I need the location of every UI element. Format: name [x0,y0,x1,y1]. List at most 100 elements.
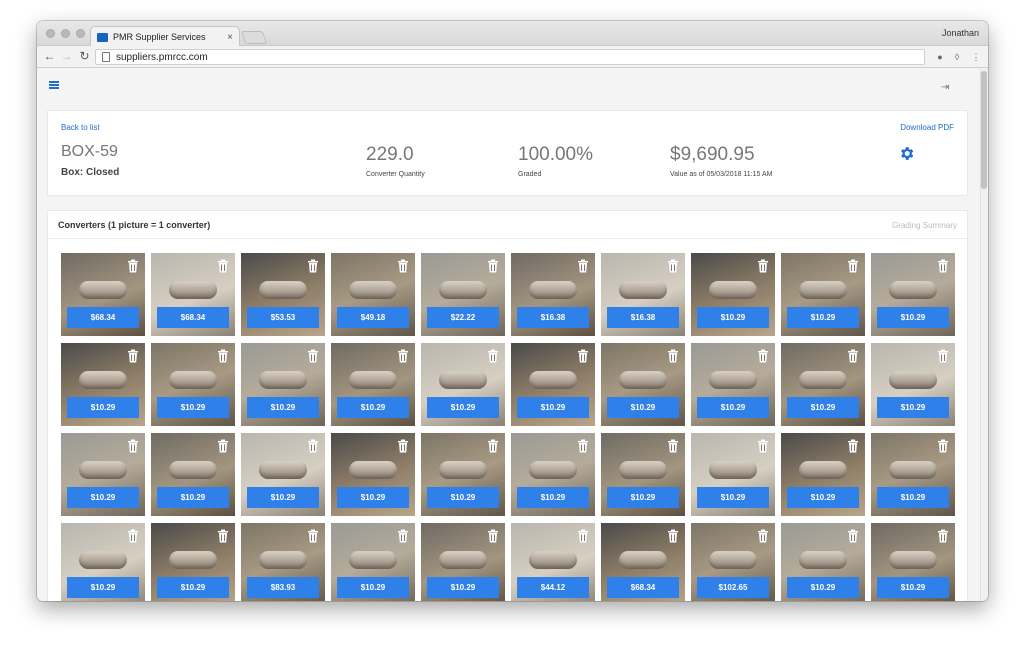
price-button[interactable]: $68.34 [67,307,139,328]
price-button[interactable]: $10.29 [787,397,859,418]
price-button[interactable]: $10.29 [337,397,409,418]
price-button[interactable]: $10.29 [67,487,139,508]
trash-icon[interactable] [757,529,769,543]
trash-icon[interactable] [487,439,499,453]
price-button[interactable]: $10.29 [157,397,229,418]
trash-icon[interactable] [307,349,319,363]
converter-thumbnail[interactable]: $10.29 [241,343,325,426]
trash-icon[interactable] [667,529,679,543]
forward-arrow-icon[interactable]: → [59,49,74,64]
converter-thumbnail[interactable]: $10.29 [871,433,955,516]
trash-icon[interactable] [127,259,139,273]
trash-icon[interactable] [937,259,949,273]
trash-icon[interactable] [217,259,229,273]
converter-thumbnail[interactable]: $10.29 [421,433,505,516]
new-tab-button[interactable] [240,31,268,44]
converter-thumbnail[interactable]: $10.29 [511,433,595,516]
download-pdf-link[interactable]: Download PDF [900,123,954,132]
converter-thumbnail[interactable]: $10.29 [781,253,865,336]
price-button[interactable]: $83.93 [247,577,319,598]
trash-icon[interactable] [937,439,949,453]
trash-icon[interactable] [847,349,859,363]
price-button[interactable]: $10.29 [787,577,859,598]
converter-thumbnail[interactable]: $10.29 [781,523,865,601]
price-button[interactable]: $10.29 [157,487,229,508]
scrollbar-thumb[interactable] [981,71,987,189]
back-arrow-icon[interactable]: ← [42,49,57,64]
price-button[interactable]: $10.29 [427,577,499,598]
converter-thumbnail[interactable]: $22.22 [421,253,505,336]
converter-thumbnail[interactable]: $102.65 [691,523,775,601]
trash-icon[interactable] [847,259,859,273]
price-button[interactable]: $10.29 [697,397,769,418]
trash-icon[interactable] [577,529,589,543]
price-button[interactable]: $10.29 [877,577,949,598]
converter-thumbnail[interactable]: $68.34 [151,253,235,336]
scrollbar[interactable] [980,69,988,601]
price-button[interactable]: $22.22 [427,307,499,328]
extension-icon[interactable]: ● [933,50,947,64]
trash-icon[interactable] [307,439,319,453]
price-button[interactable]: $44.12 [517,577,589,598]
converter-thumbnail[interactable]: $10.29 [871,253,955,336]
converter-thumbnail[interactable]: $10.29 [781,433,865,516]
price-button[interactable]: $53.53 [247,307,319,328]
converter-thumbnail[interactable]: $10.29 [511,343,595,426]
price-button[interactable]: $10.29 [697,487,769,508]
trash-icon[interactable] [847,529,859,543]
logout-icon[interactable]: ⇥ [941,82,949,93]
price-button[interactable]: $10.29 [67,577,139,598]
converter-thumbnail[interactable]: $16.38 [601,253,685,336]
price-button[interactable]: $10.29 [607,487,679,508]
converter-thumbnail[interactable]: $44.12 [511,523,595,601]
price-button[interactable]: $10.29 [67,397,139,418]
converter-thumbnail[interactable]: $10.29 [691,433,775,516]
price-button[interactable]: $10.29 [247,397,319,418]
price-button[interactable]: $68.34 [157,307,229,328]
price-button[interactable]: $68.34 [607,577,679,598]
converter-thumbnail[interactable]: $10.29 [151,523,235,601]
trash-icon[interactable] [577,259,589,273]
trash-icon[interactable] [127,349,139,363]
price-button[interactable]: $10.29 [427,487,499,508]
trash-icon[interactable] [937,529,949,543]
price-button[interactable]: $10.29 [877,487,949,508]
browser-tab[interactable]: PMR Supplier Services × [90,26,240,47]
price-button[interactable]: $10.29 [877,307,949,328]
trash-icon[interactable] [487,349,499,363]
trash-icon[interactable] [307,259,319,273]
extension-icon[interactable]: ◊ [950,50,964,64]
zoom-window-button[interactable] [76,29,85,38]
price-button[interactable]: $10.29 [427,397,499,418]
trash-icon[interactable] [397,529,409,543]
price-button[interactable]: $10.29 [877,397,949,418]
price-button[interactable]: $49.18 [337,307,409,328]
converter-thumbnail[interactable]: $10.29 [151,433,235,516]
close-window-button[interactable] [46,29,55,38]
trash-icon[interactable] [577,439,589,453]
converter-thumbnail[interactable]: $10.29 [331,343,415,426]
converter-thumbnail[interactable]: $10.29 [601,433,685,516]
trash-icon[interactable] [757,439,769,453]
trash-icon[interactable] [397,259,409,273]
price-button[interactable]: $10.29 [517,487,589,508]
converter-thumbnail[interactable]: $10.29 [241,433,325,516]
converter-thumbnail[interactable]: $10.29 [61,433,145,516]
converter-thumbnail[interactable]: $10.29 [331,433,415,516]
price-button[interactable]: $10.29 [697,307,769,328]
converter-thumbnail[interactable]: $49.18 [331,253,415,336]
trash-icon[interactable] [307,529,319,543]
converter-thumbnail[interactable]: $10.29 [61,343,145,426]
minimize-window-button[interactable] [61,29,70,38]
converter-thumbnail[interactable]: $10.29 [61,523,145,601]
hamburger-menu-icon[interactable] [49,81,59,89]
trash-icon[interactable] [847,439,859,453]
converter-thumbnail[interactable]: $10.29 [331,523,415,601]
gear-icon[interactable] [898,145,915,162]
price-button[interactable]: $10.29 [517,397,589,418]
price-button[interactable]: $10.29 [787,487,859,508]
trash-icon[interactable] [667,259,679,273]
trash-icon[interactable] [397,349,409,363]
address-bar[interactable]: suppliers.pmrcc.com [95,49,925,65]
converter-thumbnail[interactable]: $10.29 [601,343,685,426]
